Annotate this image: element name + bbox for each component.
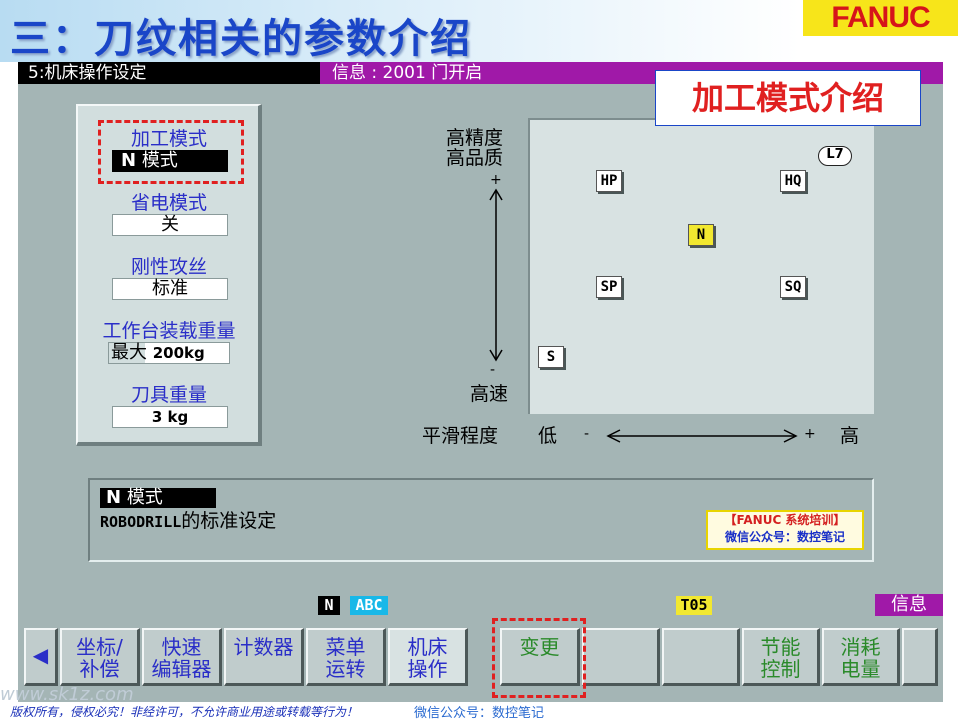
message-box: N 模式 ROBODRILL的标准设定 【FANUC 系统培训】 微信公众号：数…	[88, 478, 874, 562]
softkey-menu-operation-button[interactable]: 菜单 运转	[306, 628, 386, 686]
back-arrow-icon: ◀	[32, 643, 49, 667]
x-axis-plus: +	[804, 426, 816, 442]
fanuc-logo: FANUC	[803, 0, 958, 36]
y-axis-arrow	[489, 188, 503, 362]
y-axis-top-line1: 高精度	[446, 127, 504, 149]
slide-title: 三：刀纹相关的参数介绍	[10, 16, 472, 62]
message-desc-bold: ROBODRILL	[100, 513, 182, 531]
message-desc-text: 的标准设定	[181, 510, 277, 532]
softkey-blank-2-button[interactable]	[662, 628, 740, 686]
mode-sq-box[interactable]: SQ	[780, 276, 806, 298]
softkey-label: 快速	[161, 635, 202, 659]
softkey-label: 节能	[760, 635, 801, 659]
status-mode-indicator: N	[318, 596, 340, 615]
power-saving-field[interactable]: 关	[112, 214, 228, 236]
softkey-label: 补偿	[79, 657, 120, 681]
y-axis-minus: -	[490, 362, 496, 378]
softkey-power-consumption-button[interactable]: 消耗 电量	[822, 628, 900, 686]
status-input-indicator: ABC	[350, 596, 388, 615]
watermark-line1: 【FANUC 系统培训】	[724, 513, 846, 527]
highlight-machining-mode	[98, 120, 244, 184]
annotation-title: 加工模式介绍	[655, 70, 921, 126]
mode-hp-box[interactable]: HP	[596, 170, 622, 192]
softkey-label: 电量	[840, 657, 881, 681]
table-load-prefix: 最大	[111, 342, 147, 363]
screen-title: 5:机床操作设定	[28, 63, 147, 83]
softkey-machine-operation-button[interactable]: 机床 操作	[388, 628, 468, 686]
mode-n-box[interactable]: N	[688, 224, 714, 246]
y-axis-top-line2: 高品质	[446, 147, 504, 169]
copyright-notice: 版权所有，侵权必究！非经许可，不允许商业用途或转载等行为！	[10, 705, 359, 719]
highlight-change-softkey	[492, 618, 586, 698]
mode-map: HP HQ N SP SQ S L7	[528, 118, 874, 414]
l7-badge: L7	[818, 146, 852, 166]
softkey-label: 机床	[407, 635, 448, 659]
softkey-label: 控制	[760, 657, 801, 681]
table-load-field[interactable]: 最大 200kg	[108, 342, 230, 364]
tool-weight-field[interactable]: 3 kg	[112, 406, 228, 428]
softkey-label: 编辑器	[151, 657, 212, 681]
slide-footer: 版权所有，侵权必究！非经许可，不允许商业用途或转载等行为！ 微信公众号：数控笔记	[0, 702, 960, 721]
softkey-row: ◀ 坐标/补偿 快速 编辑器 计数器 菜单 运转 机床 操作 变更 节能 控制 消耗 电量	[24, 628, 940, 690]
softkey-back-button[interactable]: ◀	[24, 628, 58, 686]
message-title-prefix: N	[106, 487, 122, 508]
softkey-label: 运转	[325, 657, 366, 681]
x-axis-high: 高	[840, 425, 860, 447]
wechat-footer: 微信公众号：数控笔记	[414, 706, 545, 721]
message-title-text: 模式	[126, 487, 163, 508]
softkey-label: 操作	[407, 657, 448, 681]
mode-sp-box[interactable]: SP	[596, 276, 622, 298]
x-axis-arrow	[606, 429, 798, 443]
tool-weight-label: 刀具重量	[130, 384, 207, 406]
mode-hq-box[interactable]: HQ	[780, 170, 806, 192]
slide-title-bar: 三：刀纹相关的参数介绍	[0, 0, 800, 62]
softkey-coordinate-button[interactable]: 坐标/补偿	[60, 628, 140, 686]
x-axis-minus: -	[584, 426, 590, 442]
message-title: N 模式	[100, 488, 216, 508]
softkey-energy-control-button[interactable]: 节能 控制	[742, 628, 820, 686]
softkey-blank-1-button[interactable]	[582, 628, 660, 686]
softkey-label: 计数器	[233, 635, 294, 659]
status-tool-indicator: T05	[676, 596, 712, 615]
mode-s-box[interactable]: S	[538, 346, 564, 368]
softkey-label: 菜单	[325, 635, 366, 659]
watermark-line2: 微信公众号：数控笔记	[724, 530, 845, 544]
softkey-counter-button[interactable]: 计数器	[224, 628, 304, 686]
softkey-label: 坐标/	[76, 635, 123, 659]
table-load-label: 工作台装载重量	[102, 320, 236, 342]
rigid-tapping-label: 刚性攻丝	[130, 256, 207, 278]
y-axis-bottom: 高速	[470, 383, 509, 405]
power-saving-label: 省电模式	[130, 192, 207, 214]
x-axis-label: 平滑程度	[422, 425, 499, 447]
training-watermark: 【FANUC 系统培训】 微信公众号：数控笔记	[706, 510, 864, 550]
softkey-next-button[interactable]	[902, 628, 938, 686]
softkey-label: 消耗	[840, 635, 881, 659]
status-info-indicator: 信息	[875, 594, 943, 616]
x-axis-low: 低	[538, 425, 558, 447]
tool-weight-value: 3 kg	[151, 408, 189, 426]
rigid-tapping-field[interactable]: 标准	[112, 278, 228, 300]
softkey-quick-editor-button[interactable]: 快速 编辑器	[142, 628, 222, 686]
message-description: ROBODRILL的标准设定	[100, 510, 276, 533]
table-load-value: 200kg	[152, 344, 205, 362]
